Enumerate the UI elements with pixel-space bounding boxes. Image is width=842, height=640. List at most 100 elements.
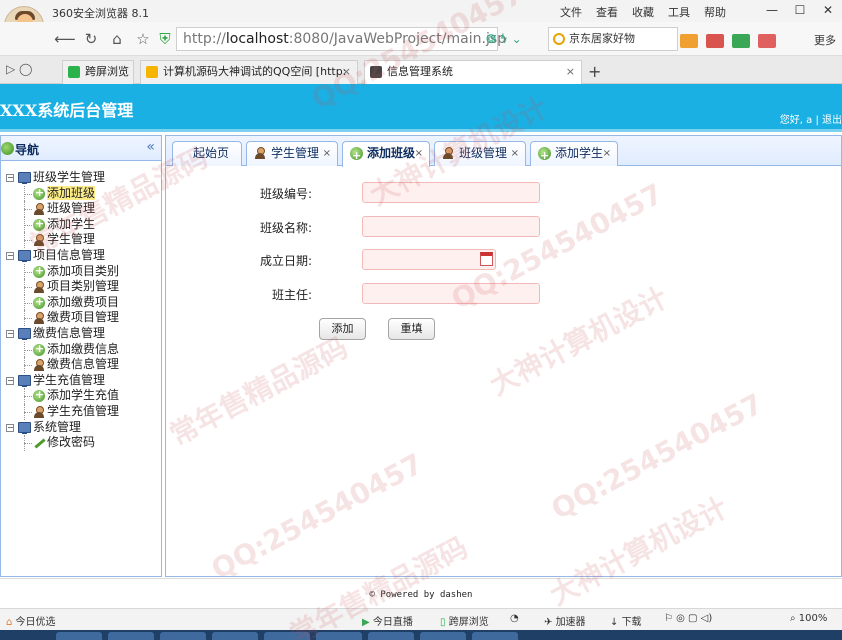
nav-item[interactable]: 缴费信息管理 (1, 357, 161, 373)
taskbar-app-icon[interactable] (264, 632, 310, 640)
nav-item[interactable]: 添加缴费信息 (1, 341, 161, 358)
nav-item[interactable]: 添加班级 (1, 185, 161, 202)
nav-item[interactable]: 添加项目类别 (1, 263, 161, 280)
class-name-label: 班级名称: (259, 221, 312, 235)
more-menu[interactable]: 更多 (814, 32, 836, 48)
user-icon (33, 359, 45, 372)
taskbar-app-icon[interactable] (472, 632, 518, 640)
tab-close-icon[interactable]: × (323, 142, 331, 165)
status-zoom[interactable]: ⌕ 100% (790, 613, 827, 624)
monitor-icon (18, 172, 31, 184)
collapse-tree-icon[interactable]: − (6, 174, 14, 182)
collapse-tree-icon[interactable]: − (6, 423, 14, 432)
menu-tools[interactable]: 工具 (668, 4, 690, 20)
taskbar-app-icon[interactable] (212, 632, 258, 640)
collapse-tree-icon[interactable]: − (6, 329, 14, 338)
address-bar[interactable]: http://localhost:8080/JavaWebProject/mai… (176, 27, 506, 51)
taskbar-app-icon[interactable] (368, 632, 414, 640)
nav-item-label: 班级学生管理 (33, 170, 106, 184)
add-circle-icon (33, 216, 45, 231)
browser-navbar: ⟵ ↻ ⌂ ☆ ⛨ http://localhost:8080/JavaWebP… (0, 22, 842, 56)
status-download[interactable]: ↓ 下载 (610, 613, 642, 628)
address-extension-icons[interactable]: ❂ ϟ ⌄ (486, 32, 522, 46)
class-name-input[interactable] (362, 216, 540, 237)
new-tab-icon[interactable]: + (588, 62, 601, 81)
nav-item[interactable]: 班级管理 (1, 201, 161, 217)
nav-item[interactable]: 添加学生充值 (1, 387, 161, 404)
tab-close-icon[interactable]: × (342, 61, 351, 83)
menu-file[interactable]: 文件 (560, 4, 582, 20)
content-tab[interactable]: 添加学生× (530, 141, 618, 167)
mail-icon[interactable] (706, 34, 724, 48)
nav-item[interactable]: 添加学生 (1, 216, 161, 233)
content-tab[interactable]: 添加班级× (342, 141, 430, 167)
status-clock-icon[interactable]: ◔ (510, 613, 519, 624)
browser-tab-qq-space[interactable]: 计算机源码大神调试的QQ空间 [http: × (140, 60, 358, 84)
tab-scroll-icon[interactable]: ▷ ◯ (6, 62, 32, 76)
browser-tab-cross-screen[interactable]: 跨屏浏览 (62, 60, 134, 84)
add-button[interactable]: 添加 (319, 318, 366, 340)
calendar-icon[interactable] (480, 252, 493, 266)
content-tab-label: 学生管理 (271, 146, 320, 160)
content-tab[interactable]: 学生管理 × (246, 141, 338, 166)
status-misc-icons[interactable]: ⚐ ◎ ▢ ◁) (664, 613, 712, 624)
nav-item[interactable]: 修改密码 (1, 435, 161, 451)
user-icon (442, 147, 455, 160)
minimize-icon[interactable]: — (758, 0, 786, 20)
taskbar-app-icon[interactable] (420, 632, 466, 640)
refresh-icon[interactable]: ↻ (80, 28, 102, 50)
collapse-tree-icon[interactable]: − (6, 251, 14, 260)
taskbar-app-icon[interactable] (108, 632, 154, 640)
nav-group[interactable]: − 学生充值管理 (1, 373, 161, 389)
status-cross-screen[interactable]: ▯ 跨屏浏览 (440, 613, 489, 628)
tab-close-icon[interactable]: × (511, 142, 519, 165)
class-id-input[interactable] (362, 182, 540, 203)
nav-item[interactable]: 项目类别管理 (1, 279, 161, 295)
tab-close-icon[interactable]: × (415, 142, 423, 165)
content-tab[interactable]: 起始页 (172, 141, 242, 166)
tab-close-icon[interactable]: × (566, 61, 575, 83)
address-url[interactable]: http://localhost:8080/JavaWebProject/mai… (183, 31, 506, 47)
status-today-picks[interactable]: ⌂ 今日优选 (6, 613, 56, 628)
menu-view[interactable]: 查看 (596, 4, 618, 20)
app-header: XXX系统后台管理 您好, a | 退出 (0, 84, 842, 132)
founded-date-input[interactable] (362, 249, 496, 270)
user-icon (254, 147, 267, 160)
nav-group[interactable]: − 缴费信息管理 (1, 326, 161, 342)
nav-header: 导航 « (1, 136, 161, 161)
menu-help[interactable]: 帮助 (704, 4, 726, 20)
menu-favorites[interactable]: 收藏 (632, 4, 654, 20)
collapse-tree-icon[interactable]: − (6, 376, 14, 385)
back-icon[interactable]: ⟵ (54, 28, 76, 50)
safe-icon[interactable] (732, 34, 750, 48)
taskbar-app-icon[interactable] (316, 632, 362, 640)
add-circle-icon (350, 144, 363, 167)
content-tab[interactable]: 班级管理 × (434, 141, 526, 166)
nav-item[interactable]: 学生充值管理 (1, 403, 161, 420)
status-live[interactable]: ▶ 今日直播 (362, 613, 413, 628)
browser-tab-info-system[interactable]: 信息管理系统 × (364, 60, 582, 84)
nav-group[interactable]: − 项目信息管理 (1, 248, 161, 264)
star-icon[interactable]: ☆ (132, 28, 154, 50)
search-box[interactable]: 京东居家好物 (548, 27, 678, 51)
status-accelerator[interactable]: ✈ 加速器 (544, 613, 586, 628)
apps-icon[interactable] (680, 34, 698, 48)
nav-item[interactable]: 添加缴费项目 (1, 294, 161, 311)
tree-line (24, 271, 32, 273)
nav-item[interactable]: 学生管理 (1, 232, 161, 248)
translate-icon[interactable] (758, 34, 776, 48)
nav-item-label: 添加项目类别 (47, 263, 120, 278)
nav-group[interactable]: − 系统管理 (1, 420, 161, 436)
close-window-icon[interactable]: ✕ (814, 0, 842, 20)
head-teacher-input[interactable] (362, 283, 540, 304)
tab-close-icon[interactable]: × (603, 142, 611, 165)
user-greeting[interactable]: 您好, a | 退出 (780, 111, 842, 126)
nav-item[interactable]: 缴费项目管理 (1, 310, 161, 326)
maximize-icon[interactable]: ☐ (786, 0, 814, 20)
collapse-icon[interactable]: « (146, 139, 155, 155)
home-icon[interactable]: ⌂ (106, 28, 128, 50)
nav-group[interactable]: − 班级学生管理 (1, 170, 161, 186)
taskbar-app-icon[interactable] (160, 632, 206, 640)
taskbar-app-icon[interactable] (56, 632, 102, 640)
reset-button[interactable]: 重填 (388, 318, 435, 340)
